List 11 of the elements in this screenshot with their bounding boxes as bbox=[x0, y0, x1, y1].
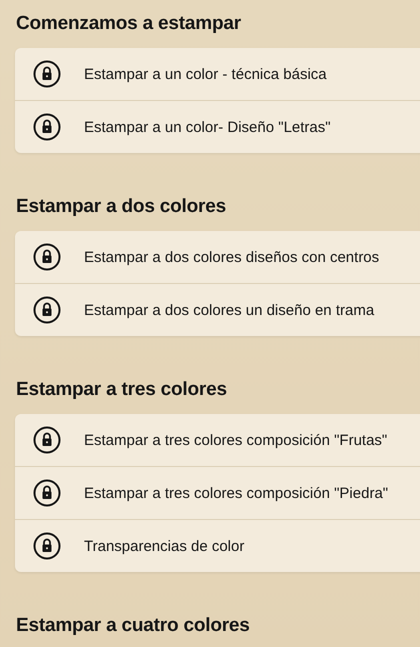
lesson-item[interactable]: Estampar a dos colores diseños con centros bbox=[15, 231, 420, 284]
lesson-item[interactable]: Estampar a un color - técnica básica bbox=[15, 48, 420, 101]
section-heading: Estampar a cuatro colores bbox=[16, 614, 251, 638]
lesson-item[interactable]: Transparencias de color bbox=[15, 520, 420, 572]
section-heading: Comenzamos a estampar bbox=[16, 12, 242, 36]
section-heading: Estampar a dos colores bbox=[16, 195, 227, 219]
lesson-item[interactable]: Estampar a tres colores composición "Frutas" bbox=[15, 414, 420, 467]
lesson-item[interactable]: Estampar a dos colores un diseño en trama bbox=[15, 284, 420, 336]
lesson-item[interactable]: Estampar a un color- Diseño "Letras" bbox=[15, 101, 420, 153]
lesson-item[interactable]: Estampar a tres colores composición "Piedra" bbox=[15, 467, 420, 520]
section-heading: Estampar a tres colores bbox=[16, 378, 228, 402]
